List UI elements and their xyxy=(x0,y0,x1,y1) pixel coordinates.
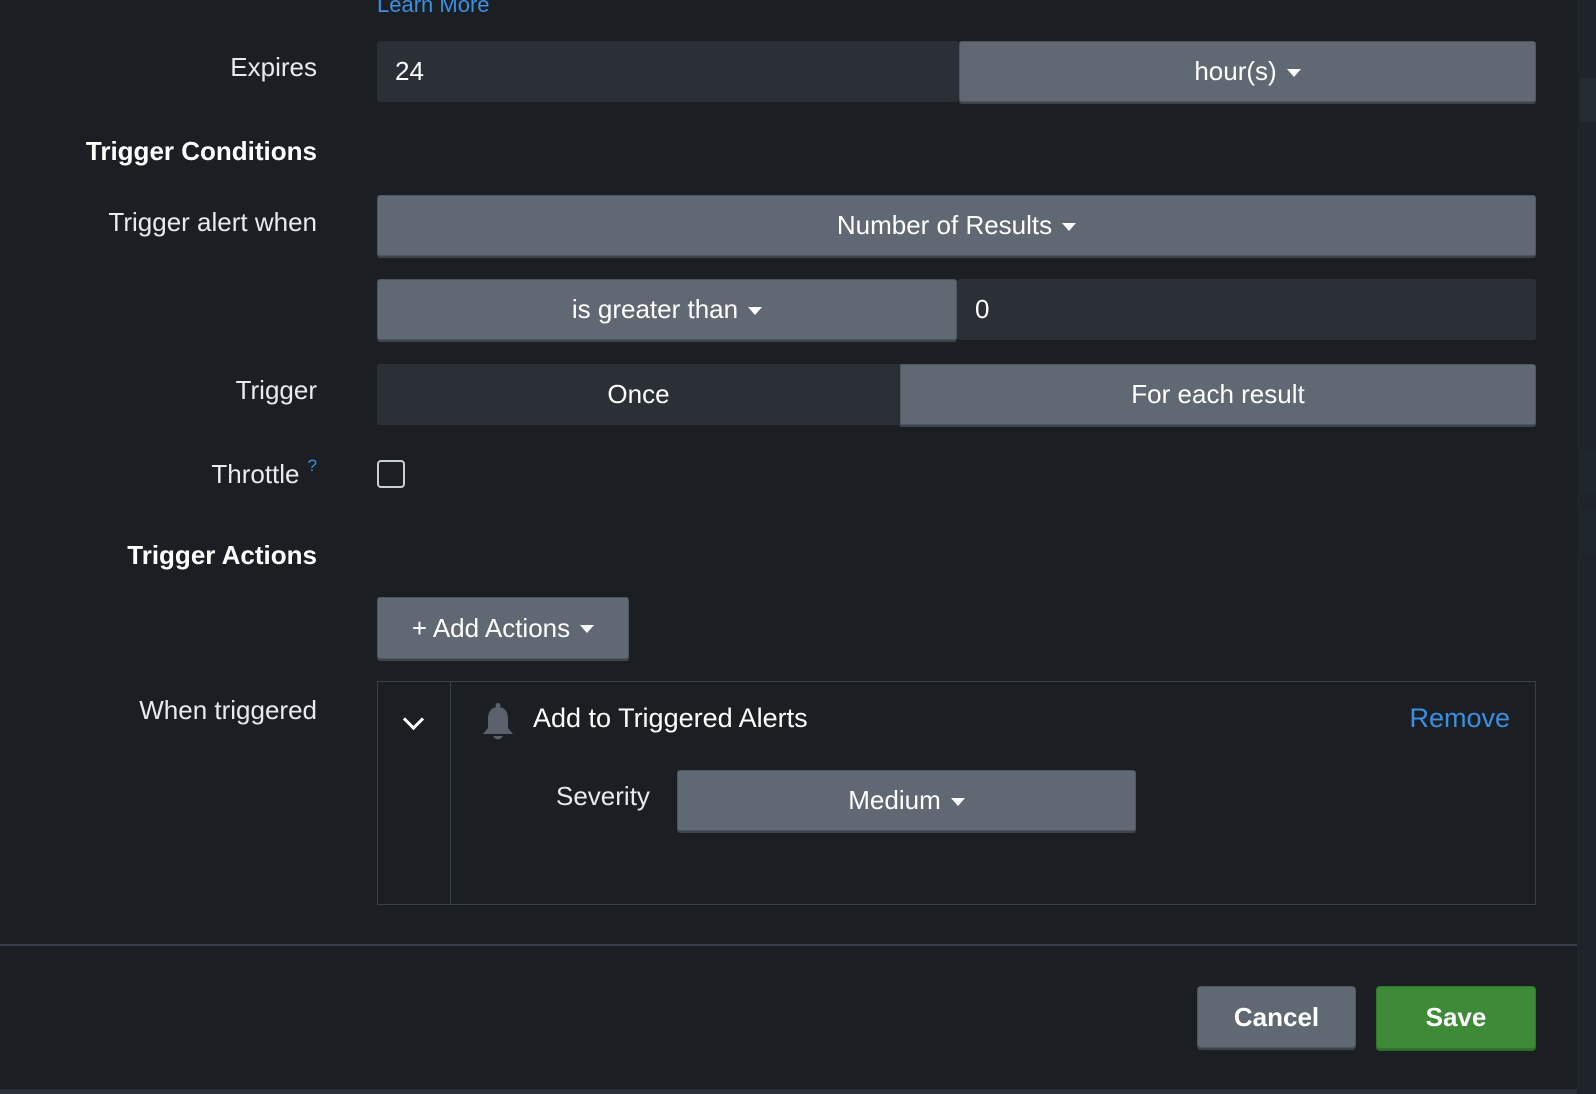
add-actions-button[interactable]: + Add Actions xyxy=(377,597,629,659)
expires-value-text: 24 xyxy=(395,56,424,86)
severity-label: Severity xyxy=(556,781,650,811)
background-panel-edge xyxy=(1580,450,1596,494)
footer-divider xyxy=(0,944,1577,946)
expires-label: Expires xyxy=(230,52,317,82)
threshold-input[interactable]: 0 xyxy=(957,279,1536,340)
alert-settings-dialog: Learn More Expires 24 hour(s) Trigger Co… xyxy=(0,0,1577,1089)
bell-icon xyxy=(483,703,513,740)
expires-unit-dropdown[interactable]: hour(s) xyxy=(959,41,1536,102)
action-collapse-toggle[interactable] xyxy=(378,682,451,904)
chevron-down-icon xyxy=(402,708,425,731)
save-button[interactable]: Save xyxy=(1376,986,1536,1049)
trigger-option-once[interactable]: Once xyxy=(377,364,900,425)
trigger-conditions-heading: Trigger Conditions xyxy=(85,136,317,166)
trigger-option-once-label: Once xyxy=(607,379,670,409)
trigger-condition-dropdown[interactable]: Number of Results xyxy=(377,195,1536,256)
caret-down-icon xyxy=(1062,222,1077,231)
trigger-option-for-each-label: For each result xyxy=(1131,379,1305,409)
trigger-actions-heading: Trigger Actions xyxy=(127,540,317,570)
cancel-button[interactable]: Cancel xyxy=(1197,986,1356,1048)
throttle-checkbox[interactable] xyxy=(377,460,405,488)
caret-down-icon xyxy=(748,306,763,315)
throttle-help-icon[interactable]: ? xyxy=(308,456,317,475)
background-page-edge xyxy=(1577,0,1596,1094)
comparator-label: is greater than xyxy=(571,294,739,324)
severity-value-label: Medium xyxy=(848,785,941,815)
expires-unit-label: hour(s) xyxy=(1194,56,1277,86)
trigger-label: Trigger xyxy=(235,375,317,405)
threshold-value-text: 0 xyxy=(975,294,990,324)
expires-value-input[interactable]: 24 xyxy=(377,41,959,102)
dialog-bottom-edge xyxy=(0,1089,1577,1094)
learn-more-link[interactable]: Learn More xyxy=(377,0,490,18)
severity-dropdown[interactable]: Medium xyxy=(677,770,1136,831)
comparator-dropdown[interactable]: is greater than xyxy=(377,279,957,340)
triggered-action-panel: Add to Triggered Alerts Remove Severity … xyxy=(377,681,1536,905)
throttle-label-text: Throttle xyxy=(211,459,300,489)
remove-action-link[interactable]: Remove xyxy=(1409,703,1510,734)
trigger-condition-label: Number of Results xyxy=(836,210,1053,240)
action-title: Add to Triggered Alerts xyxy=(533,703,808,733)
caret-down-icon xyxy=(950,797,965,806)
caret-down-icon xyxy=(1286,68,1301,77)
when-triggered-label: When triggered xyxy=(139,695,317,725)
caret-down-icon xyxy=(580,625,595,633)
throttle-label: Throttle? xyxy=(211,456,317,490)
background-panel-edge xyxy=(1580,78,1596,122)
add-actions-label: + Add Actions xyxy=(411,612,571,643)
background-panel-edge xyxy=(1580,510,1596,554)
trigger-alert-when-label: Trigger alert when xyxy=(108,207,317,237)
trigger-option-for-each-result[interactable]: For each result xyxy=(900,364,1536,425)
